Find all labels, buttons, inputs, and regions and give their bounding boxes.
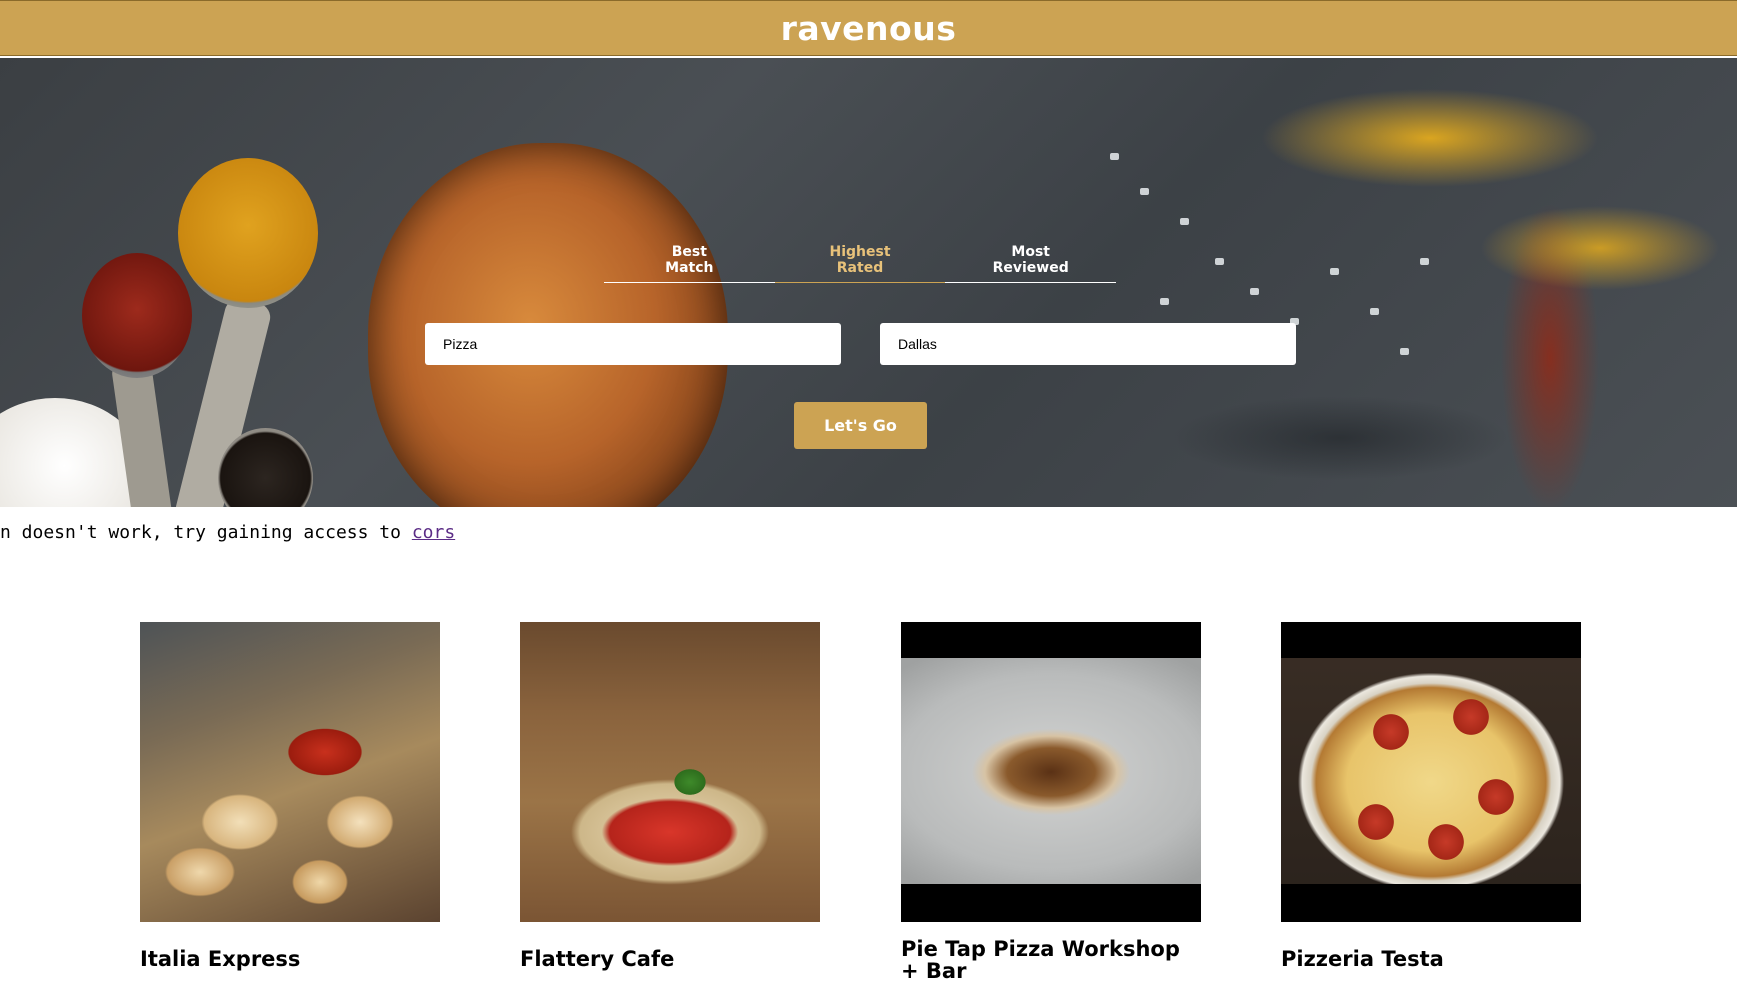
search-location-input[interactable] (880, 323, 1296, 365)
salt-crystal (1400, 348, 1409, 355)
business-name: Pie Tap Pizza Workshop + Bar (901, 937, 1180, 983)
business-image[interactable] (520, 622, 820, 922)
salt-crystal (1110, 153, 1119, 160)
search-submit-button[interactable]: Let's Go (794, 402, 927, 449)
business-name: Italia Express (140, 947, 301, 971)
business-name: Pizzeria Testa (1281, 947, 1444, 971)
hero-paprika-spoon-decoration (82, 253, 192, 378)
sort-option-highest-rated[interactable]: Highest Rated (774, 244, 946, 283)
business-image[interactable] (901, 622, 1201, 922)
salt-crystal (1420, 258, 1429, 265)
search-term-input[interactable] (425, 323, 841, 365)
salt-crystal (1180, 218, 1189, 225)
app-logo: ravenous (780, 8, 957, 48)
sort-options: Best Match Highest Rated Most Reviewed (604, 244, 1116, 283)
cors-link[interactable]: cors (412, 522, 455, 543)
app-header: ravenous (0, 0, 1737, 56)
salt-crystal (1160, 298, 1169, 305)
salt-crystal (1370, 308, 1379, 315)
business-card[interactable]: Pizzeria Testa (1281, 622, 1581, 970)
business-card[interactable]: Flattery Cafe (520, 622, 820, 970)
hero-turmeric-spoon-decoration (178, 158, 318, 308)
cors-notice: n doesn't work, try gaining access to co… (0, 522, 455, 543)
salt-crystal (1215, 258, 1224, 265)
search-hero: Best Match Highest Rated Most Reviewed L… (0, 58, 1737, 507)
sort-option-most-reviewed[interactable]: Most Reviewed (945, 244, 1116, 282)
business-card[interactable]: Italia Express (140, 622, 440, 970)
salt-crystal (1330, 268, 1339, 275)
business-card[interactable]: Pie Tap Pizza Workshop + Bar (901, 622, 1201, 982)
business-name: Flattery Cafe (520, 947, 675, 971)
business-image[interactable] (1281, 622, 1581, 922)
business-image[interactable] (140, 622, 440, 922)
sort-option-best-match[interactable]: Best Match (604, 244, 775, 282)
cors-notice-text: n doesn't work, try gaining access to (0, 522, 412, 543)
salt-crystal (1140, 188, 1149, 195)
salt-crystal (1250, 288, 1259, 295)
